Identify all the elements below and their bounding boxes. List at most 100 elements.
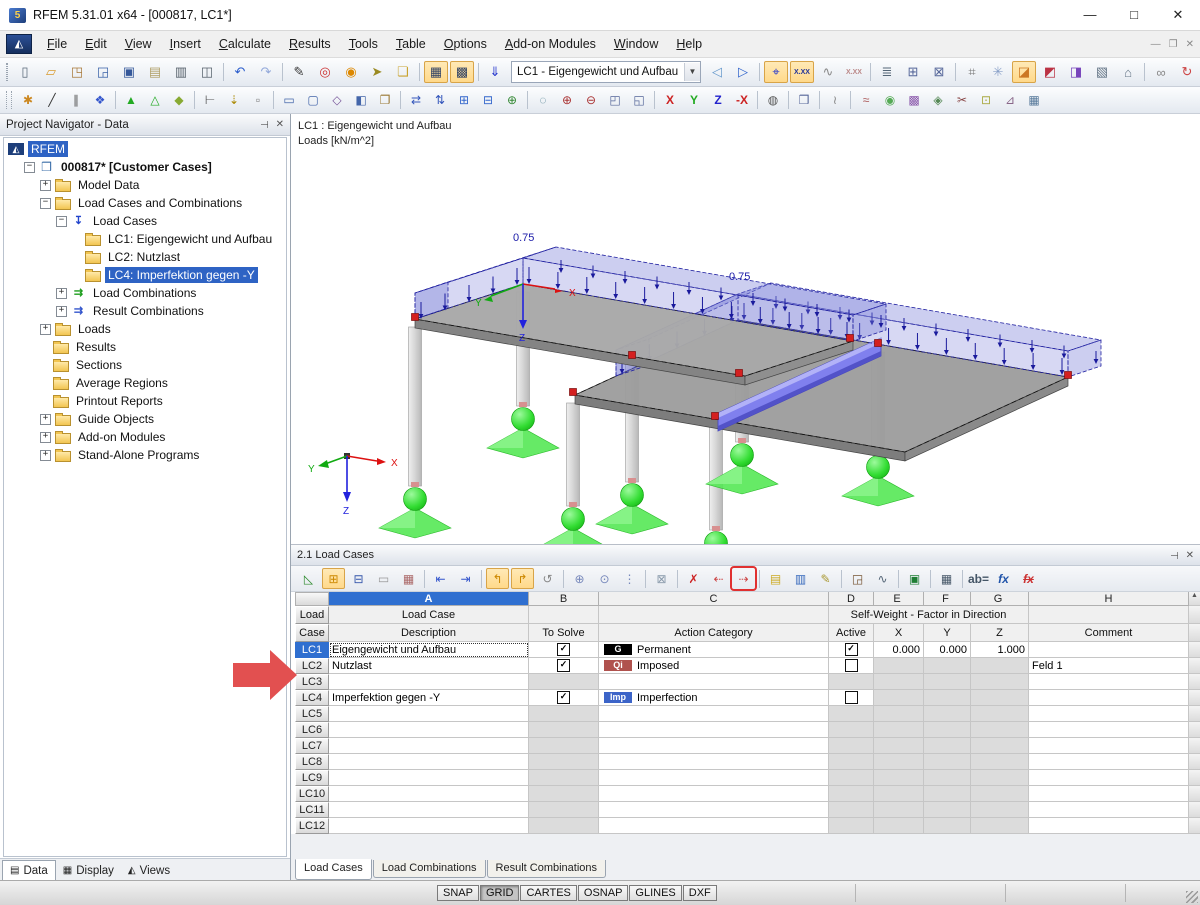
active-cell[interactable] bbox=[829, 818, 874, 834]
section-icon[interactable]: ✂ bbox=[951, 90, 973, 110]
mesh-settings-icon[interactable]: ✳ bbox=[986, 61, 1010, 83]
new-icon[interactable]: ▯ bbox=[13, 61, 37, 83]
menu-table[interactable]: Table bbox=[387, 31, 435, 57]
to-solve-cell[interactable] bbox=[529, 722, 599, 738]
to-solve-cell[interactable]: ✓ bbox=[529, 690, 599, 706]
table-colors-icon[interactable]: ▦ bbox=[397, 568, 420, 589]
select-all-rows-icon[interactable]: ▥ bbox=[789, 568, 812, 589]
table-cell[interactable] bbox=[971, 802, 1029, 818]
view-in-z-icon[interactable]: Z bbox=[707, 90, 729, 110]
printout-report-icon[interactable]: ≣ bbox=[875, 61, 899, 83]
to-solve-cell[interactable] bbox=[529, 674, 599, 690]
table-cell[interactable] bbox=[1029, 606, 1189, 624]
table-cell[interactable]: Load bbox=[295, 606, 329, 624]
comment-cell[interactable] bbox=[1029, 818, 1189, 834]
formula-icon[interactable]: fx bbox=[992, 568, 1015, 589]
row-options-icon[interactable]: ⋮ bbox=[618, 568, 641, 589]
table-cell[interactable] bbox=[924, 802, 971, 818]
description-cell[interactable]: Nutzlast bbox=[329, 658, 529, 674]
table-cell[interactable] bbox=[971, 658, 1029, 674]
active-cell[interactable] bbox=[829, 738, 874, 754]
new-dimension-icon[interactable]: ⊢ bbox=[199, 90, 221, 110]
resize-grip[interactable] bbox=[1186, 891, 1198, 903]
panel-close-icon[interactable]: ✕ bbox=[1186, 550, 1194, 561]
comment-cell[interactable] bbox=[1029, 770, 1189, 786]
menu-add-on-modules[interactable]: Add-on Modules bbox=[496, 31, 605, 57]
action-category-cell[interactable] bbox=[599, 738, 829, 754]
result-tables-icon[interactable]: ▦ bbox=[1023, 90, 1045, 110]
column-header-d[interactable]: D bbox=[829, 592, 874, 606]
active-cell[interactable] bbox=[829, 770, 874, 786]
table-cell[interactable] bbox=[924, 738, 971, 754]
table-cell[interactable] bbox=[529, 606, 599, 624]
table-cell[interactable]: Active bbox=[829, 624, 874, 642]
export-report-icon[interactable]: ∿ bbox=[871, 568, 894, 589]
row-header-lc8[interactable]: LC8 bbox=[295, 754, 329, 770]
menu-view[interactable]: View bbox=[116, 31, 161, 57]
table-cell[interactable]: Comment bbox=[1029, 624, 1189, 642]
table-cell[interactable] bbox=[874, 754, 924, 770]
new-surface-icon[interactable]: ◆ bbox=[168, 90, 190, 110]
row-header-lc9[interactable]: LC9 bbox=[295, 770, 329, 786]
next-load-case-icon[interactable]: ▷ bbox=[731, 61, 755, 83]
tree-expander-icon[interactable]: − bbox=[40, 197, 51, 209]
view-filter-icon[interactable]: ⊞ bbox=[322, 568, 345, 589]
undo-table-icon[interactable]: ↰ bbox=[486, 568, 509, 589]
zoom-center-icon[interactable]: ◉ bbox=[339, 61, 363, 83]
description-cell[interactable] bbox=[329, 802, 529, 818]
table-cell[interactable] bbox=[874, 802, 924, 818]
snap-settings-icon[interactable]: ⌂ bbox=[1116, 61, 1140, 83]
close-button[interactable]: ✕ bbox=[1156, 0, 1200, 30]
view-in-minus-x-icon[interactable]: -X bbox=[731, 90, 753, 110]
table-cell[interactable]: X bbox=[874, 624, 924, 642]
comment-cell[interactable] bbox=[1029, 674, 1189, 690]
menu-edit[interactable]: Edit bbox=[76, 31, 116, 57]
column-header-b[interactable]: B bbox=[529, 592, 599, 606]
active-cell[interactable] bbox=[829, 754, 874, 770]
tree-expander-icon[interactable]: + bbox=[40, 413, 51, 425]
to-solve-cell[interactable] bbox=[529, 706, 599, 722]
paste-icon[interactable]: ▤ bbox=[143, 61, 167, 83]
description-cell[interactable] bbox=[329, 706, 529, 722]
maximize-button[interactable]: □ bbox=[1112, 0, 1156, 30]
menu-tools[interactable]: Tools bbox=[340, 31, 387, 57]
menu-results[interactable]: Results bbox=[280, 31, 340, 57]
navigator-tab-display[interactable]: ▦ Display bbox=[56, 861, 121, 880]
edit-polyline-icon[interactable]: ✎ bbox=[287, 61, 311, 83]
combobox-dropdown-icon[interactable]: ▼ bbox=[684, 63, 700, 81]
tree-item[interactable]: LC4: Imperfektion gegen -Y bbox=[4, 266, 286, 284]
edit-cell-icon[interactable]: ✎ bbox=[814, 568, 837, 589]
table-cell[interactable]: Z bbox=[971, 624, 1029, 642]
table-cell[interactable] bbox=[971, 786, 1029, 802]
zoom-in-icon[interactable]: ⊕ bbox=[556, 90, 578, 110]
new-parallel-line-icon[interactable]: ∥ bbox=[65, 90, 87, 110]
delete-empty-rows-icon[interactable]: ⇠ bbox=[707, 568, 730, 589]
active-cell[interactable] bbox=[829, 674, 874, 690]
table-cell[interactable] bbox=[924, 690, 971, 706]
row-header-lc6[interactable]: LC6 bbox=[295, 722, 329, 738]
table-manager-icon[interactable]: ⊠ bbox=[927, 61, 951, 83]
to-solve-cell[interactable]: ✓ bbox=[529, 658, 599, 674]
checkbox-unchecked[interactable] bbox=[844, 659, 858, 672]
tree-item[interactable]: ◭ RFEM bbox=[4, 140, 286, 158]
column-header-a[interactable]: A bbox=[329, 592, 529, 606]
tree-item[interactable]: + Stand-Alone Programs bbox=[4, 446, 286, 464]
column-header-f[interactable]: F bbox=[924, 592, 971, 606]
column-header-c[interactable]: C bbox=[599, 592, 829, 606]
row-header-lc2[interactable]: LC2 bbox=[295, 658, 329, 674]
tree-item[interactable]: + Model Data bbox=[4, 176, 286, 194]
toolbar-grip[interactable] bbox=[6, 91, 12, 109]
column[interactable] bbox=[408, 326, 422, 487]
column-header-e[interactable]: E bbox=[874, 592, 924, 606]
import-table-icon[interactable]: ◲ bbox=[846, 568, 869, 589]
new-solid-icon[interactable]: ◧ bbox=[350, 90, 372, 110]
new-line-icon[interactable]: ╱ bbox=[41, 90, 63, 110]
action-category-cell[interactable] bbox=[599, 706, 829, 722]
remove-formulas-icon[interactable]: fx bbox=[1017, 568, 1040, 589]
child-window-controls[interactable]: — ❐ ✕ bbox=[1143, 31, 1194, 57]
table-cell[interactable] bbox=[924, 706, 971, 722]
active-cell[interactable] bbox=[829, 802, 874, 818]
chain-selection-icon[interactable]: ∞ bbox=[1149, 61, 1173, 83]
table-cell[interactable] bbox=[874, 818, 924, 834]
to-solve-cell[interactable] bbox=[529, 754, 599, 770]
